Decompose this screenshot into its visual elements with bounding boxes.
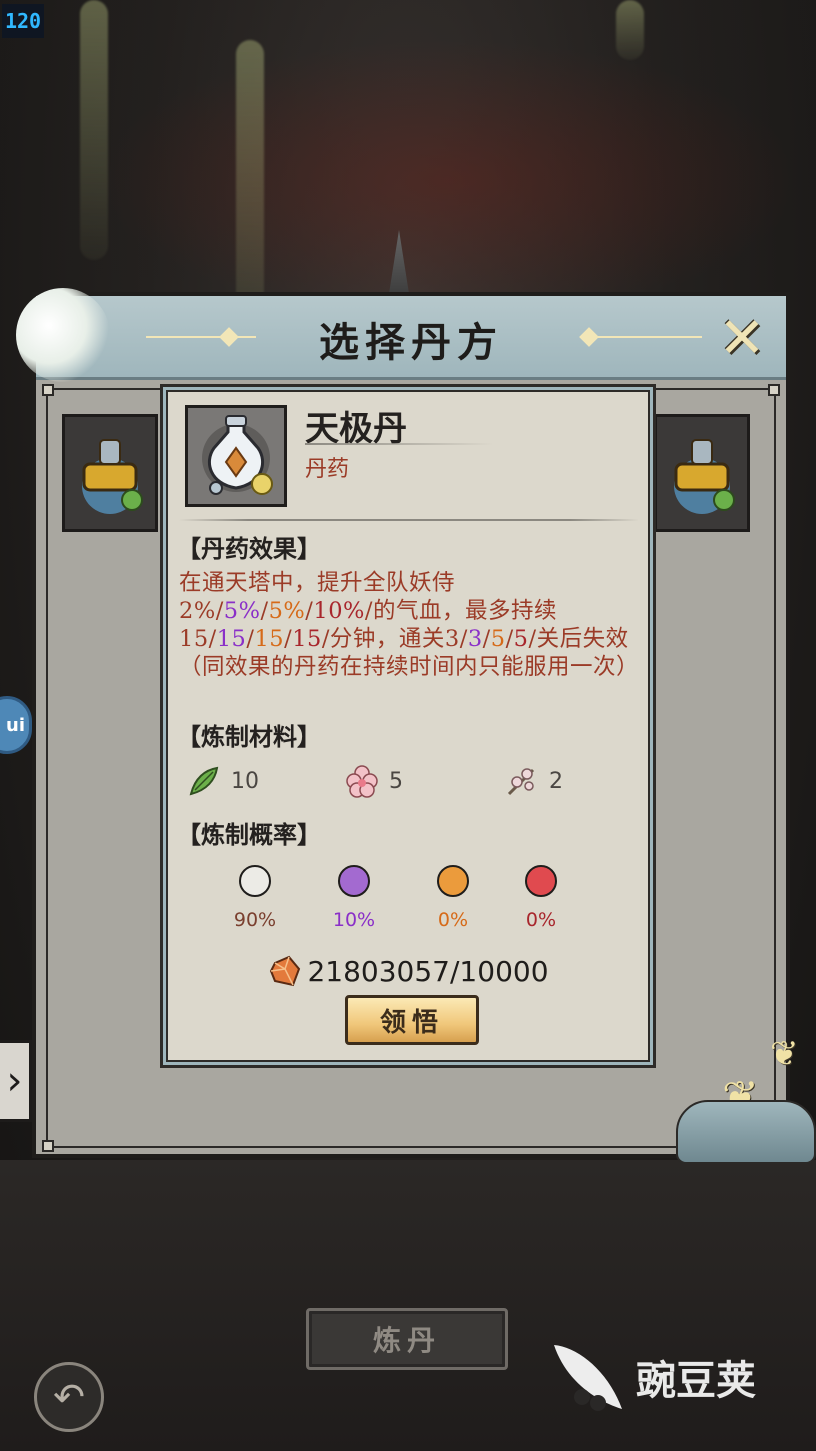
divider [179, 519, 639, 521]
effect-segment: /分钟，通关3/ [321, 626, 468, 652]
effect-segment: 5 [513, 626, 529, 652]
quality-dot-red [525, 865, 557, 897]
background-calligraphy-glow [80, 0, 108, 260]
probability-common: 90% [215, 865, 295, 931]
cost-row: 21803057/10000 [163, 953, 653, 989]
frame-corner [42, 384, 54, 396]
probability-value: 10% [332, 909, 376, 931]
effect-segment: / [482, 626, 491, 652]
frame-corner [42, 1140, 54, 1152]
golden-pill-bottle-icon [82, 439, 143, 514]
probability-value: 0% [437, 909, 469, 931]
recipe-slot[interactable] [654, 414, 750, 532]
alchemy-button[interactable]: 炼丹 [306, 1308, 508, 1370]
side-expand-arrow-icon[interactable]: › [0, 1040, 32, 1122]
material-item[interactable]: 2 [505, 763, 563, 799]
cost-value: 21803057/10000 [307, 954, 549, 988]
background-calligraphy-glow [616, 0, 644, 60]
item-icon-frame [185, 405, 287, 507]
cloud-ornament [676, 1100, 816, 1164]
side-menu-button[interactable]: ui [0, 696, 32, 754]
material-count: 10 [231, 768, 259, 794]
materials-heading: 【炼制材料】 [177, 722, 321, 751]
dialog-header: 选择丹方 ✕ [16, 288, 786, 382]
quality-dot-orange [437, 865, 469, 897]
effect-heading: 【丹药效果】 [177, 534, 321, 563]
material-count: 5 [389, 768, 403, 794]
effect-segment: / [260, 598, 269, 624]
recipe-detail-panel: 天极丹 丹药 【丹药效果】 在通天塔中，提升全队妖侍2%/5%/5%/10%/的… [160, 384, 656, 1068]
probability-rare: 10% [314, 865, 394, 931]
frame-corner [768, 384, 780, 396]
watermark: 豌豆荚 [548, 1332, 788, 1422]
effect-segment: 5 [490, 626, 506, 652]
quality-dot-purple [338, 865, 370, 897]
blossom-icon [346, 765, 378, 798]
effect-segment: 5% [223, 598, 261, 624]
material-item[interactable]: 5 [345, 763, 403, 799]
probability-heading: 【炼制概率】 [177, 820, 321, 849]
title-ornament-line [592, 336, 702, 338]
watermark-text: 豌豆荚 [636, 1358, 756, 1404]
spirit-stone-icon [270, 955, 301, 987]
probability-epic: 0% [413, 865, 493, 931]
effect-segment: 15 [216, 626, 247, 652]
dialog-title: 选择丹方 [319, 319, 503, 366]
effect-segment: 5% [268, 598, 306, 624]
probability-legendary: 0% [501, 865, 581, 931]
effect-segment: 3 [467, 626, 483, 652]
branch-flower-icon [507, 768, 535, 796]
background-ink-wash [0, 0, 816, 300]
effect-segment: 15 [254, 626, 285, 652]
effect-description: 在通天塔中，提升全队妖侍2%/5%/5%/10%/的气血，最多持续15/15/1… [179, 569, 647, 681]
leaf-icon [189, 766, 219, 796]
quality-dot-white [239, 865, 271, 897]
probability-value: 90% [233, 909, 277, 931]
effect-segment: / [505, 626, 514, 652]
effect-segment: / [284, 626, 293, 652]
golden-pill-bottle-icon [674, 439, 735, 514]
comprehend-button[interactable]: 领悟 [345, 995, 479, 1045]
fps-counter: 120 [2, 4, 44, 38]
pea-pod-logo-icon [554, 1345, 622, 1411]
recipe-slot[interactable] [62, 414, 158, 532]
effect-segment: 10% [313, 598, 365, 624]
butterfly-icon: ❦ [770, 1034, 799, 1074]
probability-value: 0% [525, 909, 557, 931]
item-type: 丹药 [305, 457, 350, 482]
material-item[interactable]: 10 [187, 763, 259, 799]
name-underline [305, 443, 493, 445]
effect-segment: 15 [292, 626, 322, 652]
pill-bottle-icon [188, 408, 284, 504]
close-button[interactable]: ✕ [712, 306, 772, 371]
back-arrow-icon[interactable]: ↶ [34, 1362, 104, 1432]
material-count: 2 [549, 768, 563, 794]
